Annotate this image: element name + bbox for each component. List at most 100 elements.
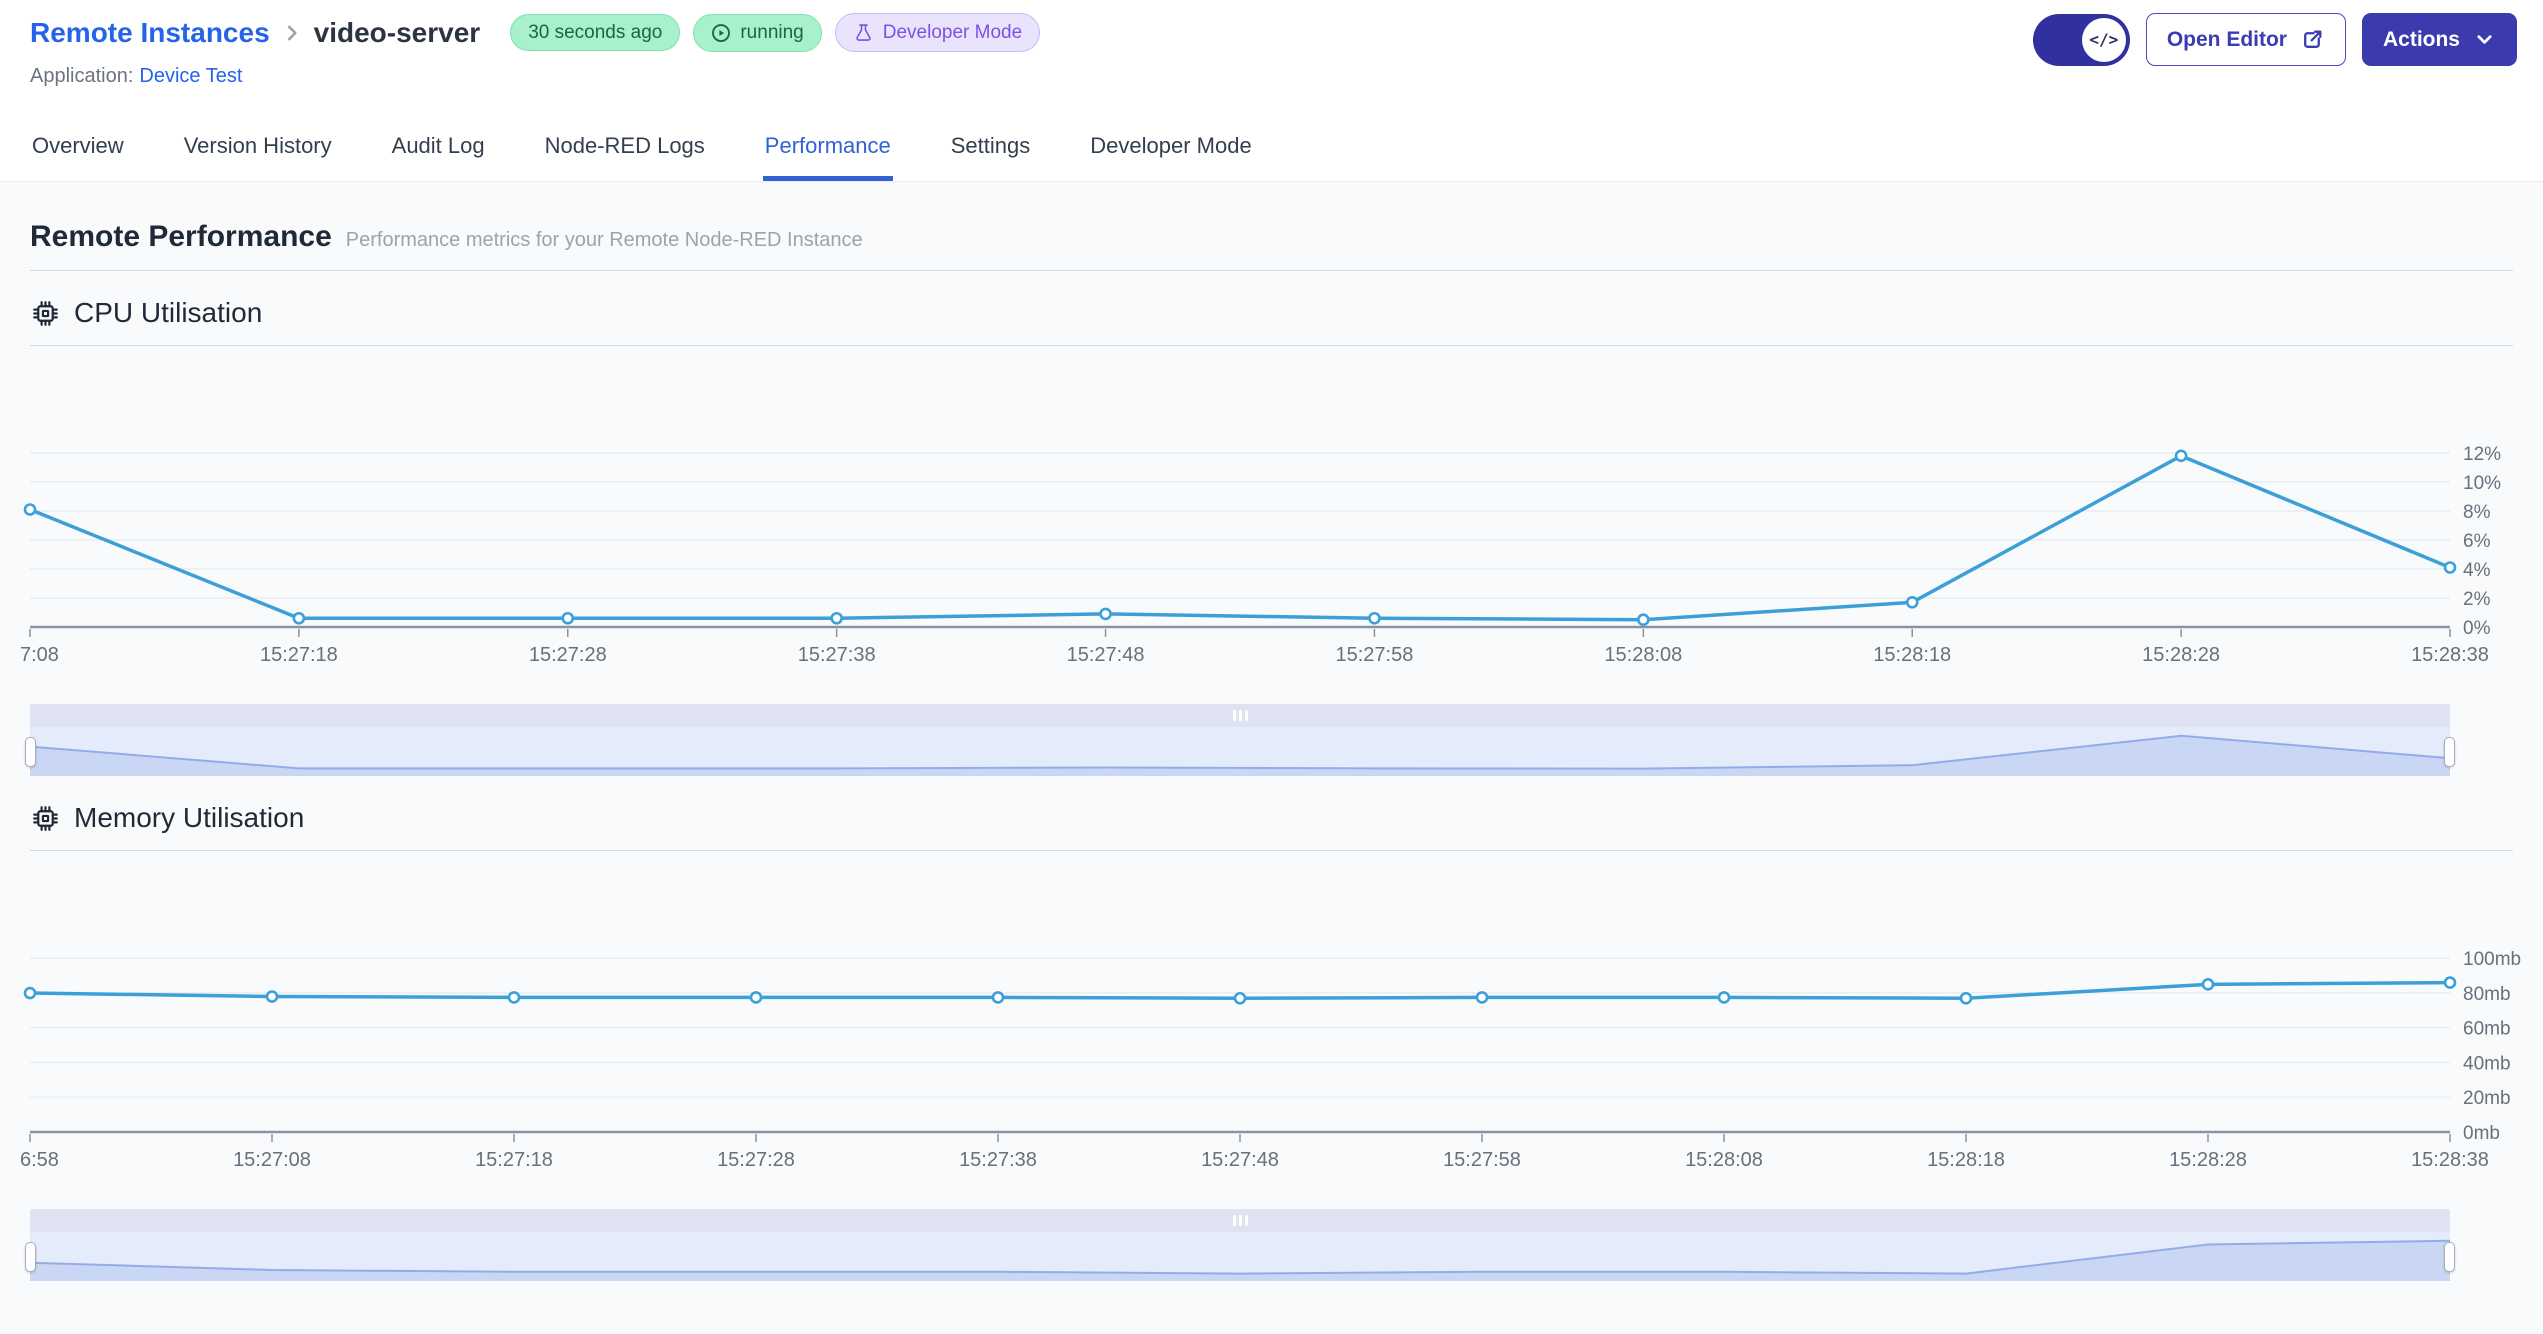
cpu-section-title: CPU Utilisation — [30, 297, 2513, 329]
last-seen-text: 30 seconds ago — [528, 22, 663, 43]
beaker-icon — [856, 24, 871, 41]
tab-version-history[interactable]: Version History — [182, 113, 334, 181]
x-axis-tick-label: 15:27:48 — [1201, 1149, 1279, 1171]
tab-node-red-logs[interactable]: Node-RED Logs — [543, 113, 707, 181]
x-axis-tick-label: 15:27:28 — [529, 644, 607, 666]
cpu-chip-icon — [33, 805, 58, 831]
cpu-chart[interactable]: 0% 2% 4% 6% 8% 10% 12% 7:08 15:27:18 15:27:28 15:2… — [20, 422, 2513, 666]
chevron-down-icon — [2477, 35, 2492, 44]
data-point[interactable] — [23, 503, 37, 516]
actions-label: Actions — [2382, 27, 2460, 51]
memory-chart-container: 0mb 20mb 40mb 60mb 80mb 100mb 6:58 15:27:08 15:2… — [20, 927, 2521, 1171]
application-link[interactable]: Device Test — [139, 65, 242, 87]
breadcrumb: Remote Instances video-server 30 seconds… — [30, 13, 1041, 52]
data-point[interactable] — [1099, 607, 1112, 621]
memory-slider-preview[interactable] — [30, 1232, 2450, 1281]
open-editor-button[interactable]: Open Editor — [2145, 13, 2346, 66]
page-title: Remote Performance — [30, 220, 332, 253]
y-axis-tick-label: 2% — [2463, 589, 2491, 610]
code-icon: </> — [2081, 17, 2126, 62]
tab-audit-log[interactable]: Audit Log — [390, 113, 487, 181]
data-point[interactable] — [23, 986, 37, 1000]
x-axis-tick-label: 15:27:28 — [717, 1149, 795, 1171]
data-point[interactable] — [2174, 449, 2188, 463]
data-point[interactable] — [2443, 976, 2457, 989]
memory-section-title: Memory Utilisation — [30, 802, 2513, 834]
cpu-section-label: CPU Utilisation — [74, 297, 263, 328]
y-axis-tick-label: 8% — [2463, 502, 2491, 523]
memory-section-label: Memory Utilisation — [74, 802, 305, 833]
application-label: Application: — [30, 65, 134, 87]
y-axis-tick-label: 80mb — [2463, 984, 2511, 1005]
y-axis-tick-label: 0% — [2463, 618, 2491, 639]
data-point[interactable] — [561, 611, 575, 625]
cpu-slider-preview[interactable] — [30, 727, 2450, 776]
y-axis-tick-label: 12% — [2463, 444, 2501, 465]
memory-chart[interactable]: 0mb 20mb 40mb 60mb 80mb 100mb 6:58 15:27:08 15:2… — [20, 927, 2521, 1171]
slider-preview-area — [30, 1240, 2450, 1281]
application-row: Application: Device Test — [30, 65, 1040, 88]
cpu-section: CPU Utilisation 0% 2% 4% 6% 8% 10% 12% 7:08 15:2… — [20, 297, 2513, 776]
cpu-slider-right-handle[interactable] — [2444, 737, 2455, 767]
data-point[interactable] — [749, 991, 763, 1004]
breadcrumb-remote-instances[interactable]: Remote Instances — [30, 17, 270, 49]
status-badge: running — [693, 13, 822, 52]
y-axis-tick-label: 100mb — [2463, 949, 2521, 970]
data-point[interactable] — [1959, 991, 1973, 1005]
x-axis-tick-label: 15:27:38 — [959, 1149, 1037, 1171]
memory-range-slider[interactable] — [25, 1209, 2455, 1281]
x-axis-tick-label: 15:28:28 — [2169, 1149, 2247, 1171]
header-left: Remote Instances video-server 30 seconds… — [30, 13, 1041, 88]
x-axis-tick-label: 15:28:08 — [1685, 1149, 1763, 1171]
chevron-right-icon — [281, 22, 303, 44]
cpu-range-slider[interactable] — [25, 704, 2455, 776]
x-axis-tick-label: 15:28:18 — [1927, 1149, 2005, 1171]
developer-mode-text: Developer Mode — [882, 22, 1023, 43]
y-axis-tick-label: 40mb — [2463, 1053, 2511, 1074]
actions-button[interactable]: Actions — [2361, 13, 2517, 66]
tab-settings[interactable]: Settings — [949, 113, 1033, 181]
cpu-slider-drag-strip[interactable] — [30, 704, 2450, 727]
x-axis-tick-label: 7:08 — [20, 644, 59, 666]
data-point[interactable] — [1368, 611, 1381, 625]
header: Remote Instances video-server 30 seconds… — [0, 0, 2543, 113]
data-point[interactable] — [1475, 991, 1489, 1004]
tab-performance[interactable]: Performance — [762, 113, 893, 181]
x-axis-tick-label: 15:28:08 — [1604, 644, 1682, 666]
divider — [30, 345, 2513, 346]
x-axis-tick-label: 15:27:18 — [475, 1149, 553, 1171]
memory-slider-drag-strip[interactable] — [30, 1209, 2450, 1232]
developer-mode-toggle[interactable]: </> — [2032, 13, 2130, 66]
x-axis-tick-label: 15:27:18 — [260, 644, 338, 666]
open-editor-label: Open Editor — [2166, 27, 2287, 51]
y-axis-tick-label: 20mb — [2463, 1088, 2511, 1109]
data-point[interactable] — [1717, 991, 1731, 1004]
page-subtitle: Performance metrics for your Remote Node… — [345, 229, 863, 251]
memory-slider-right-handle[interactable] — [2444, 1242, 2455, 1272]
data-point[interactable] — [292, 611, 306, 625]
cpu-chip-icon — [33, 300, 58, 326]
status-text: running — [740, 22, 804, 43]
x-axis-tick-label: 15:28:38 — [2411, 1149, 2489, 1171]
data-point[interactable] — [2443, 561, 2457, 574]
data-point[interactable] — [2201, 978, 2215, 991]
y-axis-tick-label: 6% — [2463, 531, 2491, 552]
x-axis-tick-label: 15:27:58 — [1336, 644, 1414, 666]
tab-developer-mode[interactable]: Developer Mode — [1088, 113, 1253, 181]
y-axis-tick-label: 0mb — [2463, 1123, 2500, 1144]
memory-slider-left-handle[interactable] — [25, 1242, 36, 1272]
badge-group: 30 seconds ago running Developer Mode — [510, 13, 1041, 52]
data-point[interactable] — [991, 991, 1005, 1004]
data-point[interactable] — [265, 990, 279, 1003]
x-axis-tick-label: 15:27:38 — [798, 644, 876, 666]
cpu-slider-left-handle[interactable] — [25, 737, 36, 767]
data-point[interactable] — [1905, 596, 1919, 609]
x-axis-tick-label: 15:27:08 — [233, 1149, 311, 1171]
data-point[interactable] — [830, 611, 843, 625]
data-point[interactable] — [1233, 991, 1247, 1005]
tab-overview[interactable]: Overview — [30, 113, 126, 181]
data-point[interactable] — [507, 991, 521, 1004]
page-head: Remote Performance Performance metrics f… — [30, 220, 2513, 254]
data-point[interactable] — [1637, 613, 1650, 626]
slider-preview-area — [30, 735, 2450, 776]
